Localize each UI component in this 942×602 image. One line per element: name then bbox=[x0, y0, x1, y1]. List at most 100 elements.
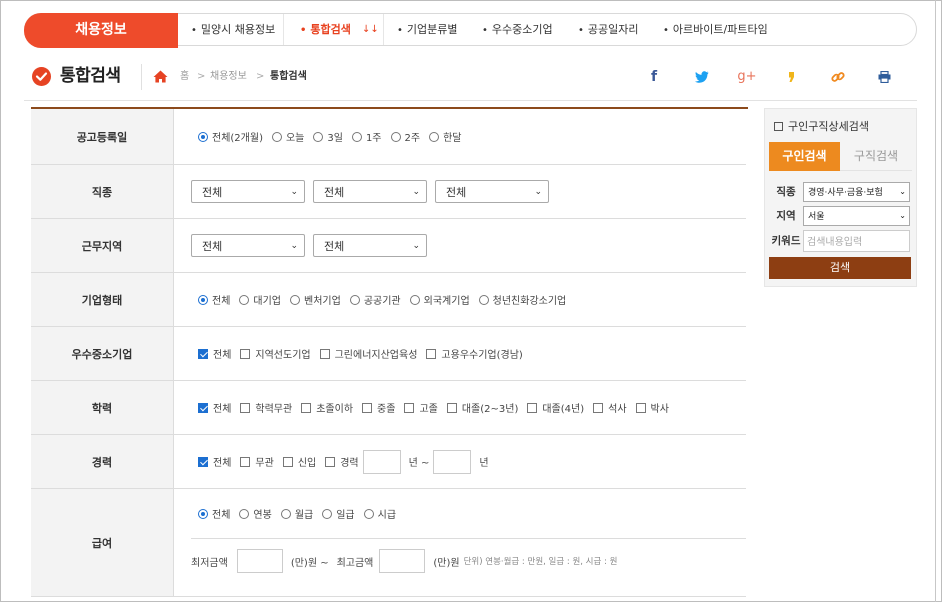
radio-company-all[interactable]: 전체 bbox=[198, 292, 230, 307]
radio-indicator[interactable] bbox=[290, 294, 301, 305]
breadcrumb-home[interactable]: 홈 bbox=[180, 70, 189, 84]
radio-indicator[interactable] bbox=[198, 131, 208, 142]
checkbox-edu-any[interactable]: 학력무관 bbox=[240, 400, 292, 415]
quote-icon[interactable] bbox=[782, 67, 802, 87]
radio-2weeks[interactable]: 2주 bbox=[390, 129, 420, 144]
radio-venture[interactable]: 벤처기업 bbox=[290, 292, 341, 307]
radio-salary-all[interactable]: 전체 bbox=[198, 506, 230, 521]
checkbox-elementary[interactable]: 초졸이하 bbox=[301, 400, 353, 415]
checkbox-career-any[interactable]: 무관 bbox=[240, 454, 274, 469]
radio-indicator[interactable] bbox=[280, 508, 291, 519]
checkbox-indicator[interactable] bbox=[593, 402, 604, 413]
radio-indicator[interactable] bbox=[322, 508, 333, 519]
checkbox-master[interactable]: 석사 bbox=[593, 400, 627, 415]
checkbox-indicator[interactable] bbox=[198, 402, 208, 413]
print-icon[interactable] bbox=[874, 67, 894, 87]
checkbox-indicator[interactable] bbox=[240, 402, 251, 413]
nav-item-public-jobs[interactable]: • 공공일자리 bbox=[578, 14, 639, 45]
radio-daily[interactable]: 일급 bbox=[322, 506, 355, 521]
area-select[interactable]: 서울 ⌄ bbox=[803, 205, 910, 226]
nav-item-company-category[interactable]: • 기업분류별 bbox=[397, 14, 458, 45]
google-plus-icon[interactable]: g+ bbox=[737, 67, 757, 87]
work-area-select-2[interactable]: 전체 ⌄ bbox=[313, 234, 427, 257]
checkbox-newcomer[interactable]: 신입 bbox=[282, 454, 316, 469]
checkbox-indicator[interactable] bbox=[325, 456, 336, 467]
breadcrumb-recruit[interactable]: 채용정보 bbox=[210, 70, 247, 84]
radio-1month[interactable]: 한달 bbox=[429, 129, 461, 144]
nav-item-excellent-sme[interactable]: • 우수중소기업 bbox=[482, 14, 553, 45]
radio-indicator[interactable] bbox=[313, 131, 324, 142]
radio-indicator[interactable] bbox=[239, 294, 250, 305]
career-from-input[interactable] bbox=[362, 449, 401, 474]
radio-indicator[interactable] bbox=[363, 508, 374, 519]
checkbox-indicator[interactable] bbox=[635, 402, 646, 413]
checkbox-edu-all[interactable]: 전체 bbox=[198, 400, 231, 415]
radio-hourly[interactable]: 시급 bbox=[363, 506, 396, 521]
radio-indicator[interactable] bbox=[349, 294, 360, 305]
job-type-select-1[interactable]: 전체 ⌄ bbox=[191, 180, 305, 203]
checkbox-indicator[interactable] bbox=[426, 348, 437, 359]
radio-indicator[interactable] bbox=[351, 131, 362, 142]
radio-indicator[interactable] bbox=[239, 508, 250, 519]
nav-item-part-time[interactable]: • 아르바이트/파트타임 bbox=[663, 14, 768, 45]
link-icon[interactable] bbox=[828, 67, 848, 87]
radio-indicator[interactable] bbox=[478, 294, 489, 305]
brand-tab[interactable]: 채용정보 bbox=[24, 13, 178, 48]
checkbox-employment-excellent[interactable]: 고용우수기업(경남) bbox=[426, 346, 523, 361]
checkbox-indicator[interactable] bbox=[198, 348, 208, 359]
checkbox-middle[interactable]: 중졸 bbox=[362, 400, 395, 415]
checkbox-indicator[interactable] bbox=[198, 456, 208, 467]
checkbox-career-all[interactable]: 전체 bbox=[198, 454, 231, 469]
checkbox-indicator[interactable] bbox=[404, 402, 415, 413]
radio-today[interactable]: 오늘 bbox=[271, 129, 304, 144]
radio-indicator[interactable] bbox=[409, 294, 420, 305]
twitter-icon[interactable] bbox=[692, 67, 712, 87]
job-type-select-2[interactable]: 전체 ⌄ bbox=[313, 180, 427, 203]
radio-all-2months[interactable]: 전체(2개월) bbox=[198, 129, 263, 144]
radio-3days[interactable]: 3일 bbox=[313, 129, 343, 144]
checkbox-indicator[interactable] bbox=[527, 402, 538, 413]
job-field-select[interactable]: 경영·사무·금융·보험 ⌄ bbox=[803, 181, 910, 202]
checkbox-indicator[interactable] bbox=[301, 402, 312, 413]
checkbox-indicator[interactable] bbox=[362, 402, 373, 413]
radio-public-institution[interactable]: 공공기관 bbox=[349, 292, 401, 307]
radio-indicator[interactable] bbox=[429, 131, 440, 142]
radio-indicator[interactable] bbox=[198, 508, 208, 519]
keyword-input[interactable]: 검색내용입력 bbox=[803, 229, 910, 252]
checkbox-university-4[interactable]: 대졸(4년) bbox=[527, 400, 584, 415]
radio-indicator[interactable] bbox=[390, 131, 401, 142]
checkbox-experienced[interactable]: 경력 bbox=[325, 454, 359, 469]
checkbox-green-energy[interactable]: 그린에너지산업육성 bbox=[319, 346, 417, 361]
radio-youth-friendly[interactable]: 청년친화강소기업 bbox=[478, 292, 566, 307]
checkbox-regional-leader[interactable]: 지역선도기업 bbox=[240, 346, 311, 361]
nav-item-integrated-search[interactable]: • 통합검색 bbox=[300, 14, 351, 45]
checkbox-indicator[interactable] bbox=[282, 456, 293, 467]
facebook-icon[interactable]: f bbox=[644, 67, 664, 87]
nav-item-miryang[interactable]: • 밀양시 채용정보 bbox=[191, 14, 275, 45]
checkbox-indicator[interactable] bbox=[319, 348, 330, 359]
double-chevron-down-icon[interactable]: ↓↓ bbox=[362, 14, 379, 45]
radio-foreign-company[interactable]: 외국계기업 bbox=[409, 292, 470, 307]
career-to-input[interactable] bbox=[433, 449, 472, 474]
checkbox-high[interactable]: 고졸 bbox=[404, 400, 438, 415]
tab-job-offer-search[interactable]: 구인검색 bbox=[769, 142, 840, 171]
checkbox-indicator[interactable] bbox=[240, 348, 251, 359]
checkbox-indicator[interactable] bbox=[446, 402, 457, 413]
radio-1week[interactable]: 1주 bbox=[351, 129, 382, 144]
tab-job-seeker-search[interactable]: 구직검색 bbox=[840, 142, 912, 171]
checkbox-doctor[interactable]: 박사 bbox=[635, 400, 669, 415]
radio-annual[interactable]: 연봉 bbox=[239, 506, 272, 521]
panel-search-button[interactable]: 검색 bbox=[769, 257, 911, 279]
job-type-select-3[interactable]: 전체 ⌄ bbox=[435, 180, 549, 203]
checkbox-sme-all[interactable]: 전체 bbox=[198, 346, 231, 361]
radio-large-company[interactable]: 대기업 bbox=[239, 292, 281, 307]
home-icon[interactable] bbox=[153, 70, 168, 86]
min-amount-input[interactable] bbox=[236, 549, 283, 573]
radio-monthly[interactable]: 월급 bbox=[280, 506, 313, 521]
work-area-select-1[interactable]: 전체 ⌄ bbox=[191, 234, 305, 257]
checkbox-indicator[interactable] bbox=[240, 456, 251, 467]
radio-indicator[interactable] bbox=[198, 294, 208, 305]
radio-indicator[interactable] bbox=[271, 131, 282, 142]
max-amount-input[interactable] bbox=[379, 549, 426, 573]
checkbox-college-2-3[interactable]: 대졸(2~3년) bbox=[446, 400, 518, 415]
